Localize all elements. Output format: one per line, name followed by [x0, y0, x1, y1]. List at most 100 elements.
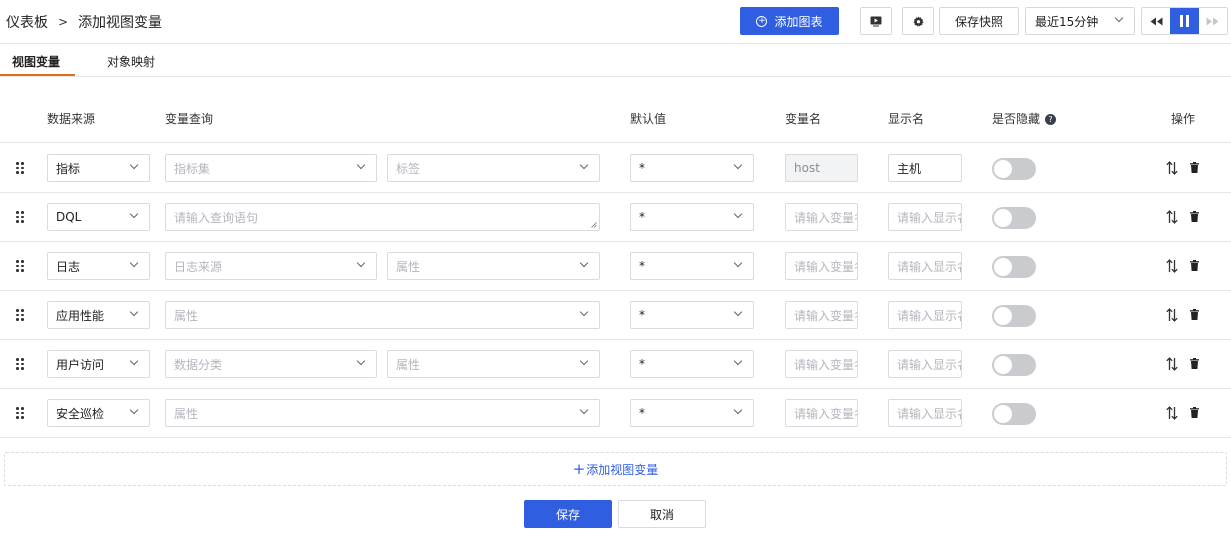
cancel-button[interactable]: 取消	[618, 500, 706, 528]
display-name-input[interactable]: 主机	[888, 154, 962, 182]
default-value-select[interactable]: *	[630, 203, 754, 231]
source-select[interactable]: 指标	[47, 154, 150, 182]
add-variable-button[interactable]: + 添加视图变量	[4, 452, 1227, 486]
var-name-input[interactable]: 请输入变量名	[785, 399, 858, 427]
chevron-down-icon	[733, 405, 743, 415]
sort-icon[interactable]	[1166, 406, 1178, 420]
query-select-primary[interactable]: 日志来源	[165, 252, 377, 280]
col-source: 数据来源	[47, 112, 96, 126]
var-name-input[interactable]: 请输入变量名	[785, 203, 858, 231]
default-value-select[interactable]: *	[630, 154, 754, 182]
chevron-down-icon	[129, 405, 139, 415]
present-button[interactable]	[860, 7, 892, 35]
table-row: DQL 请输入查询语句 * 请输入变量名 请输入显示名	[0, 193, 1231, 242]
col-query: 变量查询	[165, 112, 214, 126]
trash-icon[interactable]	[1190, 260, 1199, 271]
table-header: 数据来源 变量查询 默认值 变量名 显示名 是否隐藏? 操作	[0, 100, 1231, 143]
query-textarea[interactable]: 请输入查询语句	[165, 203, 600, 231]
display-name-input[interactable]: 请输入显示名	[888, 203, 962, 231]
rewind-button[interactable]	[1142, 8, 1170, 34]
trash-icon[interactable]	[1190, 162, 1199, 173]
sort-icon[interactable]	[1166, 259, 1178, 273]
fast-forward-icon	[1206, 17, 1219, 25]
settings-button[interactable]	[902, 7, 934, 35]
trash-icon[interactable]	[1190, 407, 1199, 418]
query-select-secondary[interactable]: 标签	[387, 154, 600, 182]
trash-icon[interactable]	[1190, 358, 1199, 369]
tab-view-variables[interactable]: 视图变量	[12, 53, 60, 70]
query-select-primary[interactable]: 数据分类	[165, 350, 377, 378]
drag-handle-icon[interactable]	[16, 358, 25, 370]
var-name-input[interactable]: 请输入变量名	[785, 252, 858, 280]
chevron-down-icon	[129, 209, 139, 219]
toggle-knob	[994, 209, 1012, 227]
source-select[interactable]: 用户访问	[47, 350, 150, 378]
pause-button[interactable]	[1170, 8, 1199, 34]
default-value-select[interactable]: *	[630, 350, 754, 378]
header: 仪表板 > 添加视图变量 + 添加图表 保存快照 最近15分钟	[0, 0, 1231, 44]
default-value-select[interactable]: *	[630, 301, 754, 329]
query-select[interactable]: 属性	[165, 301, 600, 329]
source-select[interactable]: 应用性能	[47, 301, 150, 329]
col-default: 默认值	[630, 112, 667, 126]
col-var-name: 变量名	[785, 112, 822, 126]
chevron-down-icon	[579, 160, 589, 170]
tab-bar: 视图变量 对象映射	[0, 44, 1231, 77]
chevron-down-icon	[733, 356, 743, 366]
query-select-primary[interactable]: 指标集	[165, 154, 377, 182]
plus-icon: +	[572, 459, 586, 478]
trash-icon[interactable]	[1190, 211, 1199, 222]
query-select-secondary[interactable]: 属性	[387, 350, 600, 378]
toggle-knob	[994, 160, 1012, 178]
query-select[interactable]: 属性	[165, 399, 600, 427]
gear-icon	[912, 15, 924, 27]
drag-handle-icon[interactable]	[16, 407, 25, 419]
plus-circle-icon: +	[756, 15, 768, 27]
hidden-toggle[interactable]	[992, 354, 1036, 376]
hidden-toggle[interactable]	[992, 305, 1036, 327]
drag-handle-icon[interactable]	[16, 162, 25, 174]
trash-icon[interactable]	[1190, 309, 1199, 320]
help-icon[interactable]: ?	[1045, 114, 1057, 125]
drag-handle-icon[interactable]	[16, 211, 25, 223]
chevron-right-icon: >	[58, 15, 69, 29]
default-value-select[interactable]: *	[630, 252, 754, 280]
toggle-knob	[994, 405, 1012, 423]
save-button[interactable]: 保存	[524, 500, 612, 528]
drag-handle-icon[interactable]	[16, 260, 25, 272]
table-row: 应用性能属性 * 请输入变量名 请输入显示名	[0, 291, 1231, 340]
query-select-secondary[interactable]: 属性	[387, 252, 600, 280]
hidden-toggle[interactable]	[992, 256, 1036, 278]
display-name-input[interactable]: 请输入显示名	[888, 399, 962, 427]
hidden-toggle[interactable]	[992, 158, 1036, 180]
add-chart-button[interactable]: + 添加图表	[740, 7, 839, 35]
sort-icon[interactable]	[1166, 357, 1178, 371]
chevron-down-icon	[356, 258, 366, 268]
var-name-input[interactable]: 请输入变量名	[785, 301, 858, 329]
display-name-input[interactable]: 请输入显示名	[888, 252, 962, 280]
display-name-input[interactable]: 请输入显示名	[888, 350, 962, 378]
source-select[interactable]: DQL	[47, 203, 150, 231]
display-name-input[interactable]: 请输入显示名	[888, 301, 962, 329]
var-name-input[interactable]: 请输入变量名	[785, 350, 858, 378]
save-snapshot-button[interactable]: 保存快照	[939, 7, 1019, 35]
col-action: 操作	[1171, 112, 1196, 126]
source-select[interactable]: 日志	[47, 252, 150, 280]
time-range-select[interactable]: 最近15分钟	[1025, 7, 1135, 35]
fast-forward-button[interactable]	[1199, 8, 1227, 34]
table-row: 用户访问数据分类属性 * 请输入变量名 请输入显示名	[0, 340, 1231, 389]
page-title: 添加视图变量	[78, 15, 163, 31]
default-value-select[interactable]: *	[630, 399, 754, 427]
chevron-down-icon	[1114, 13, 1124, 23]
tab-object-mapping[interactable]: 对象映射	[107, 53, 155, 70]
sort-icon[interactable]	[1166, 161, 1178, 175]
chevron-down-icon	[129, 356, 139, 366]
hidden-toggle[interactable]	[992, 403, 1036, 425]
breadcrumb-root[interactable]: 仪表板	[6, 12, 48, 32]
hidden-toggle[interactable]	[992, 207, 1036, 229]
sort-icon[interactable]	[1166, 308, 1178, 322]
sort-icon[interactable]	[1166, 210, 1178, 224]
drag-handle-icon[interactable]	[16, 309, 25, 321]
source-select[interactable]: 安全巡检	[47, 399, 150, 427]
resize-handle-icon[interactable]	[591, 222, 597, 228]
